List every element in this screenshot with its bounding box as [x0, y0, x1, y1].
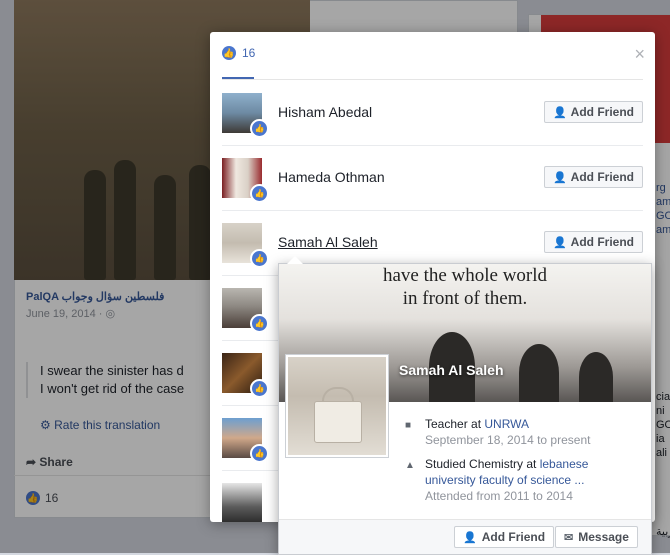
right-fragment: ia: [656, 433, 665, 445]
add-friend-icon: 👤: [552, 106, 567, 119]
right-fragment: ali: [656, 447, 668, 459]
like-badge-icon: 👍: [250, 184, 269, 203]
gear-icon: ⚙: [40, 418, 51, 432]
work-info: ■ Teacher at UNRWA September 18, 2014 to…: [405, 417, 591, 447]
post-text: I swear the sinister has d I won't get r…: [26, 362, 240, 398]
like-badge-icon: 👍: [250, 444, 269, 463]
right-fragment: ni: [656, 405, 665, 417]
like-badge-icon: 👍: [250, 314, 269, 333]
person-name[interactable]: Hameda Othman: [278, 169, 385, 185]
right-fragment: عربية: [656, 526, 670, 538]
post-likes-count[interactable]: 👍 16: [26, 491, 58, 505]
right-fragment: ami: [656, 196, 670, 208]
like-icon: 👍: [26, 491, 40, 505]
divider: [14, 475, 210, 476]
avatar[interactable]: [222, 483, 262, 522]
share-icon: ➦: [26, 455, 37, 469]
post-page-name[interactable]: PalQA فلسطين سؤال وجواب: [26, 290, 164, 303]
add-friend-icon: 👤: [552, 171, 567, 184]
add-friend-button[interactable]: 👤 Add Friend: [543, 101, 643, 123]
briefcase-icon: ■: [405, 420, 412, 431]
hovercard-footer: 👤 Add Friend ✉ Message: [279, 519, 651, 554]
person-name[interactable]: Hisham Abedal: [278, 104, 372, 120]
hovercard-name[interactable]: Samah Al Saleh: [399, 362, 504, 378]
post-date[interactable]: June 19, 2014 · ◎: [26, 307, 115, 320]
education-date: Attended from 2011 to 2014: [425, 489, 573, 503]
like-icon: 👍: [222, 46, 236, 60]
person-row: 👍 Hisham Abedal 👤 Add Friend: [222, 80, 643, 146]
like-badge-icon: 👍: [250, 119, 269, 138]
like-badge-icon: 👍: [250, 379, 269, 398]
work-org-link[interactable]: UNRWA: [484, 417, 529, 431]
hovercard-info: ■ Teacher at UNRWA September 18, 2014 to…: [405, 416, 615, 512]
add-friend-icon: 👤: [552, 236, 567, 249]
like-badge-icon: 👍: [250, 249, 269, 268]
graduation-cap-icon: ▲: [405, 460, 415, 471]
right-fragment: cial: [656, 391, 670, 403]
person-row: 👍 Hameda Othman 👤 Add Friend: [222, 145, 643, 211]
education-info: ▲ Studied Chemistry at lebanese universi…: [405, 456, 615, 504]
close-icon[interactable]: ×: [634, 45, 645, 63]
hovercard-arrow: [287, 256, 303, 264]
message-icon: ✉: [564, 531, 574, 544]
right-fragment: GO: [656, 210, 670, 222]
right-fragment: GO: [656, 419, 670, 431]
person-name[interactable]: Samah Al Saleh: [278, 234, 378, 250]
add-friend-button[interactable]: 👤 Add Friend: [543, 166, 643, 188]
tab-all-likes[interactable]: 👍 16: [222, 46, 255, 60]
message-button[interactable]: ✉ Message: [555, 526, 638, 548]
right-fragment: ami: [656, 224, 670, 236]
add-friend-button[interactable]: 👤 Add Friend: [543, 231, 643, 253]
add-friend-icon: 👤: [463, 531, 477, 544]
cover-quote: have the whole world in front of them.: [382, 265, 548, 309]
profile-hovercard: have the whole world in front of them. S…: [278, 263, 652, 555]
work-date: September 18, 2014 to present: [425, 433, 591, 447]
profile-picture[interactable]: [285, 354, 389, 458]
right-fragment: rg: [656, 182, 666, 194]
hovercard-add-friend-button[interactable]: 👤 Add Friend: [454, 526, 555, 548]
rate-translation-link[interactable]: ⚙ Rate this translation: [40, 418, 160, 432]
share-button[interactable]: ➦ Share: [26, 455, 73, 469]
